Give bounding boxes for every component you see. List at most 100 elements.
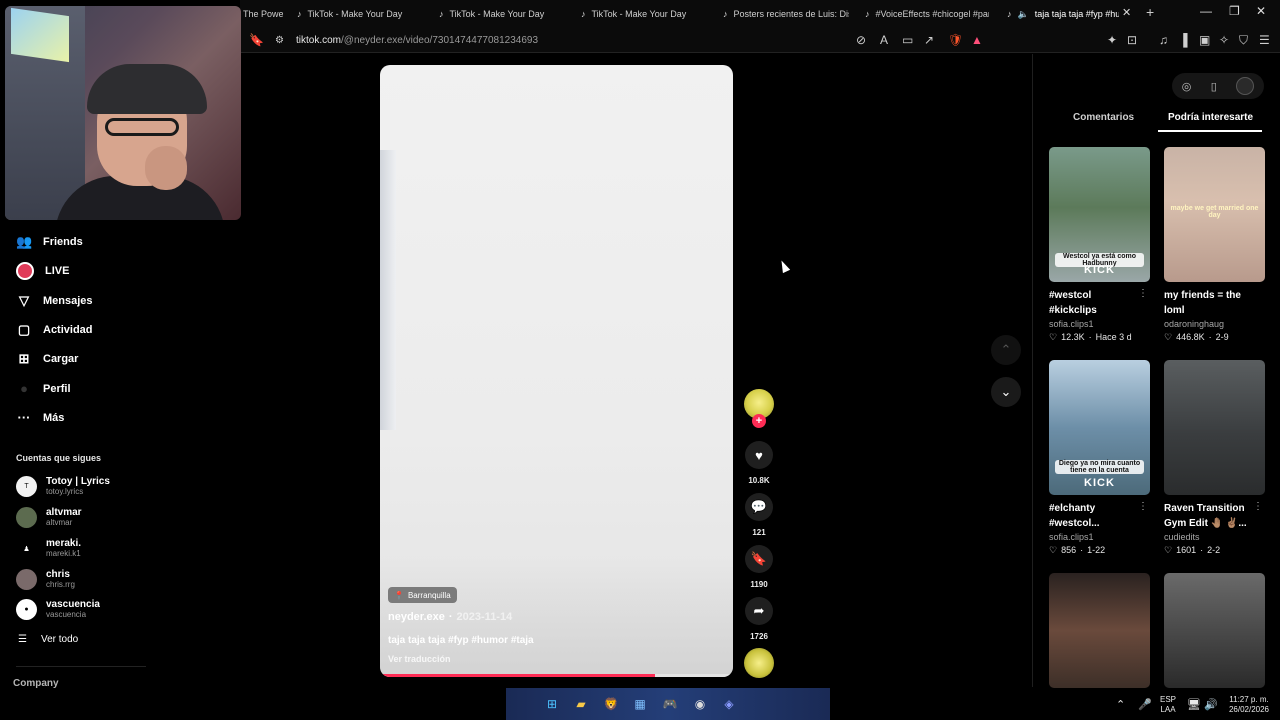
cast-icon[interactable]: ▭ <box>902 33 913 47</box>
compass-icon[interactable]: ◎ <box>1182 80 1192 93</box>
browser-tab[interactable]: ♪ TikTok - Make Your Day <box>297 4 427 24</box>
nav-friends[interactable]: 👥 Friends <box>16 234 83 250</box>
tray-overflow-icon[interactable]: ⌃ <box>1116 698 1125 711</box>
suggested-video-card[interactable]: maybe we get married one day my friends … <box>1164 147 1265 343</box>
video-thumbnail[interactable]: Diego ya no mira cuanto tiene en la cuen… <box>1049 360 1150 495</box>
like-button[interactable]: ♥ <box>745 441 773 469</box>
windows-start-icon[interactable]: ⊞ <box>544 696 560 712</box>
save-button[interactable]: 🔖 <box>745 545 773 573</box>
wallet-icon[interactable]: ▣ <box>1199 33 1210 47</box>
obs-icon[interactable]: ◉ <box>692 696 708 712</box>
url-field[interactable]: tiktok.com/@neyder.exe/video/73014744770… <box>296 35 538 46</box>
music-disc-icon[interactable] <box>744 648 774 678</box>
leo-ai-icon[interactable]: ✧ <box>1219 33 1229 47</box>
nav-activity[interactable]: ▢ Actividad <box>16 322 93 338</box>
suggested-video-card[interactable] <box>1049 573 1150 688</box>
sidebar-toggle-icon[interactable]: ▐ <box>1179 33 1188 47</box>
card-author[interactable]: sofia.clips1 <box>1049 319 1150 329</box>
card-author[interactable]: odaroninghaug <box>1164 319 1265 329</box>
tab-comments[interactable]: Comentarios <box>1073 112 1134 123</box>
suggested-video-card[interactable]: Diego ya no mira cuanto tiene en la cuen… <box>1049 360 1150 556</box>
heart-outline-icon: ♡ <box>1164 332 1173 342</box>
comment-button[interactable]: 💬 <box>745 493 773 521</box>
card-title[interactable]: Raven Transition Gym Edit 🤚🏽 ✌🏽... <box>1164 501 1250 531</box>
suggested-video-card[interactable]: Westcol ya está como Hadbunny KICK #west… <box>1049 147 1150 343</box>
browser-tab[interactable]: ♪ #VoiceEffects #chicogel #paral <box>865 4 989 24</box>
maximize-icon[interactable]: ❐ <box>1229 4 1240 18</box>
card-title[interactable]: #westcol #kickclips <box>1049 288 1135 318</box>
card-title[interactable]: #elchanty #westcol... <box>1049 501 1135 531</box>
browser-tab-active[interactable]: ♪ 🔈 taja taja taja #fyp #hum <box>1007 4 1119 24</box>
nav-profile[interactable]: ● Perfil <box>16 381 70 396</box>
video-thumbnail[interactable] <box>1164 360 1265 495</box>
video-author[interactable]: neyder.exe <box>388 611 445 623</box>
more-options-icon[interactable]: ⋮ <box>1138 501 1148 512</box>
card-author[interactable]: sofia.clips1 <box>1049 532 1150 542</box>
minimize-icon[interactable]: — <box>1200 4 1212 18</box>
volume-icon[interactable]: 🔊 <box>1204 698 1218 711</box>
previous-video-button[interactable]: ⌃ <box>991 335 1021 365</box>
see-all-link[interactable]: ☰ Ver todo <box>18 634 78 645</box>
tab-suggested[interactable]: Podría interesarte <box>1168 112 1253 123</box>
card-author[interactable]: cudiedits <box>1164 532 1265 542</box>
video-thumbnail[interactable]: Westcol ya está como Hadbunny KICK <box>1049 147 1150 282</box>
next-video-button[interactable]: ⌄ <box>991 377 1021 407</box>
nav-more[interactable]: ··· Más <box>16 410 65 425</box>
microphone-icon[interactable]: 🎤 <box>1138 698 1152 711</box>
vpn-icon[interactable]: ⛉ <box>1239 33 1248 48</box>
new-tab-button[interactable]: + <box>1146 4 1154 20</box>
translate-icon[interactable]: A <box>880 33 888 47</box>
screenshot-icon[interactable]: ⊡ <box>1127 33 1137 47</box>
browser-tab[interactable]: The Powe <box>243 4 283 24</box>
share-button[interactable]: ➦ <box>745 597 773 625</box>
see-translation-link[interactable]: Ver traducción <box>388 654 451 664</box>
browser-tab[interactable]: ♪ Posters recientes de Luis: Disef <box>723 4 849 24</box>
no-tracking-icon[interactable]: ⊘ <box>856 33 866 47</box>
brave-browser-icon[interactable]: 🦁 <box>603 696 619 712</box>
following-account[interactable]: ● vascuencia vascuencia <box>16 599 100 620</box>
bookmark-icon[interactable]: 🔖 <box>249 33 264 47</box>
separator: · <box>1208 332 1212 342</box>
discord-icon[interactable]: ◈ <box>721 696 737 712</box>
profile-avatar-icon[interactable] <box>1236 77 1255 95</box>
store-icon[interactable]: ▦ <box>632 696 648 712</box>
browser-tab[interactable]: ♪ TikTok - Make Your Day <box>581 4 711 24</box>
mobile-icon[interactable]: ▯ <box>1211 80 1217 93</box>
card-title[interactable]: my friends = the loml <box>1164 288 1250 318</box>
nav-upload[interactable]: ⊞ Cargar <box>16 351 79 367</box>
following-account[interactable]: chris chris.rrg <box>16 569 75 590</box>
game-icon[interactable]: 🎮 <box>662 696 678 712</box>
network-icon[interactable]: 🖥 <box>1187 698 1201 711</box>
share-icon[interactable]: ↗ <box>924 33 934 47</box>
clock[interactable]: 11:27 p. m. 26/02/2026 <box>1222 695 1276 715</box>
following-account[interactable]: T Totoy | Lyrics totoy.lyrics <box>16 476 110 497</box>
site-settings-icon[interactable]: ⚙ <box>275 35 284 46</box>
suggested-video-card[interactable]: Raven Transition Gym Edit 🤚🏽 ✌🏽... ⋮ cud… <box>1164 360 1265 556</box>
brave-rewards-icon[interactable]: ▲ <box>971 33 983 47</box>
video-caption[interactable]: taja taja taja #fyp #humor #taja <box>388 635 534 646</box>
nav-live[interactable]: LIVE <box>16 262 69 280</box>
heart-outline-icon: ♡ <box>1164 545 1173 555</box>
close-window-icon[interactable]: ✕ <box>1256 4 1266 18</box>
browser-tab[interactable]: ♪ TikTok - Make Your Day <box>439 4 569 24</box>
following-account[interactable]: ♟ meraki. mareki.k1 <box>16 538 81 559</box>
video-progress-bar[interactable] <box>380 674 733 677</box>
brave-shield-icon[interactable]: 🛡 <box>948 33 963 47</box>
extensions-icon[interactable]: ✦ <box>1107 33 1117 47</box>
following-account[interactable]: altvmar altvmar <box>16 507 82 528</box>
video-thumbnail[interactable] <box>1164 573 1265 688</box>
more-options-icon[interactable]: ⋮ <box>1138 288 1148 299</box>
close-tab-icon[interactable]: ✕ <box>1122 6 1131 19</box>
nav-messages[interactable]: ▽ Mensajes <box>16 293 93 309</box>
language-indicator[interactable]: ESP LAA <box>1160 695 1176 715</box>
music-icon[interactable]: ♫ <box>1159 33 1168 47</box>
file-explorer-icon[interactable]: ▰ <box>573 696 589 712</box>
suggested-video-card[interactable] <box>1164 573 1265 688</box>
video-player[interactable]: 📍 Barranquilla neyder.exe · 2023-11-14 t… <box>380 65 733 677</box>
more-options-icon[interactable]: ⋮ <box>1253 501 1263 512</box>
video-thumbnail[interactable] <box>1049 573 1150 688</box>
follow-button[interactable]: + <box>752 414 766 428</box>
video-thumbnail[interactable]: maybe we get married one day <box>1164 147 1265 282</box>
location-pill[interactable]: 📍 Barranquilla <box>388 587 457 603</box>
menu-icon[interactable]: ☰ <box>1259 33 1270 47</box>
